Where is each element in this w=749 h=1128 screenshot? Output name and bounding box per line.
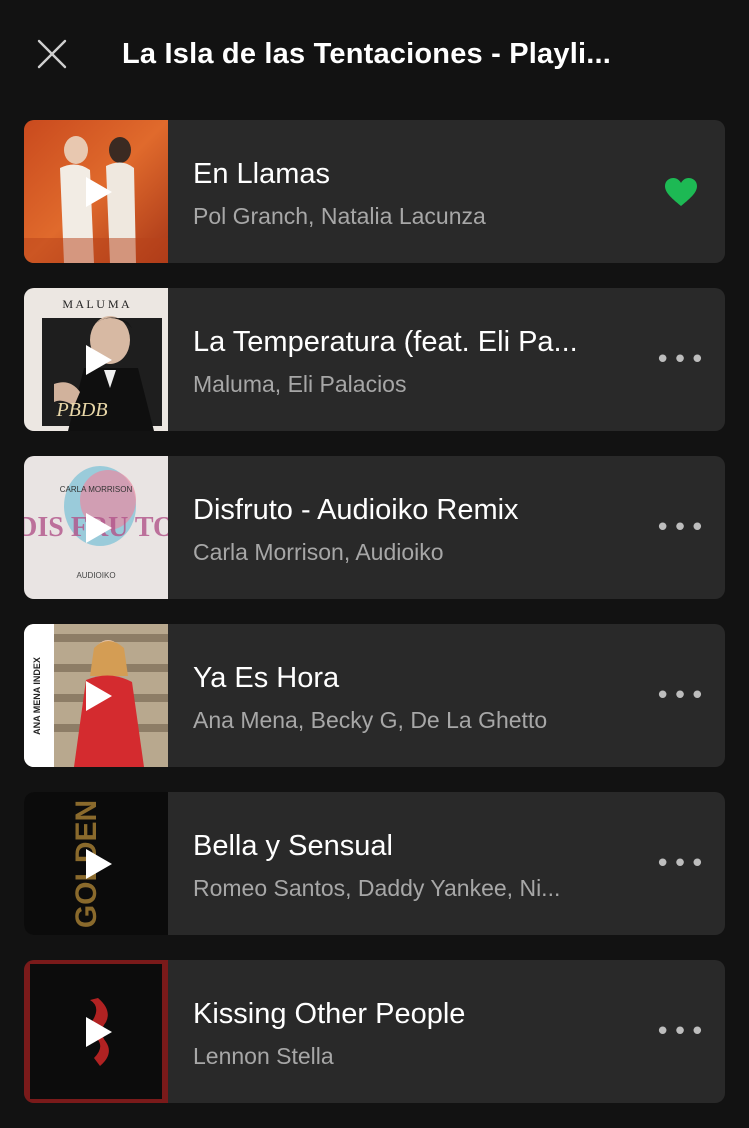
play-icon[interactable] xyxy=(84,680,114,712)
track-title: Disfruto - Audioiko Remix xyxy=(193,494,519,526)
more-icon: ••• xyxy=(655,849,708,879)
album-art[interactable] xyxy=(24,120,168,263)
track-row[interactable]: M A L U M A PBDB La Temperatura (feat. E… xyxy=(24,288,725,431)
more-icon: ••• xyxy=(655,1017,708,1047)
album-art[interactable]: GOLDEN xyxy=(24,792,168,935)
heart-icon xyxy=(665,178,697,206)
album-art-text: ANA MENA INDEX xyxy=(32,657,42,735)
play-icon[interactable] xyxy=(84,1016,114,1048)
track-artists: Lennon Stella xyxy=(193,1043,334,1069)
more-options-button[interactable]: ••• xyxy=(655,844,705,884)
track-artists: Carla Morrison, Audioiko xyxy=(193,539,444,565)
play-icon[interactable] xyxy=(84,176,114,208)
track-row[interactable]: Kissing Other People Lennon Stella ••• xyxy=(24,960,725,1103)
play-icon[interactable] xyxy=(84,848,114,880)
play-icon[interactable] xyxy=(84,344,114,376)
album-art[interactable]: M A L U M A PBDB xyxy=(24,288,168,431)
header-bar: La Isla de las Tentaciones - Playli... xyxy=(0,0,749,108)
track-artists: Pol Granch, Natalia Lacunza xyxy=(193,203,486,229)
more-icon: ••• xyxy=(655,513,708,543)
like-button[interactable] xyxy=(661,172,701,212)
album-art-text: CARLA MORRISON xyxy=(60,485,133,494)
album-art-text: AUDIOIKO xyxy=(76,571,115,580)
page-title: La Isla de las Tentaciones - Playli... xyxy=(122,38,611,70)
track-row[interactable]: GOLDEN Bella y Sensual Romeo Santos, Dad… xyxy=(24,792,725,935)
track-title: Ya Es Hora xyxy=(193,662,340,694)
track-row[interactable]: CARLA MORRISON DIS FRU TO AUDIOIKO Disfr… xyxy=(24,456,725,599)
track-row[interactable]: En Llamas Pol Granch, Natalia Lacunza xyxy=(24,120,725,263)
track-artists: Maluma, Eli Palacios xyxy=(193,371,407,397)
album-art[interactable] xyxy=(24,960,168,1103)
more-options-button[interactable]: ••• xyxy=(655,340,705,380)
album-art[interactable]: ANA MENA INDEX xyxy=(24,624,168,767)
track-list: En Llamas Pol Granch, Natalia Lacunza M … xyxy=(24,120,725,1128)
track-artists: Ana Mena, Becky G, De La Ghetto xyxy=(193,707,548,733)
track-title: Kissing Other People xyxy=(193,998,466,1030)
track-title: La Temperatura (feat. Eli Pa... xyxy=(193,326,578,358)
close-button[interactable] xyxy=(36,38,68,70)
track-row[interactable]: ANA MENA INDEX Ya Es Hora Ana Mena, Beck… xyxy=(24,624,725,767)
close-icon xyxy=(37,39,67,69)
album-art[interactable]: CARLA MORRISON DIS FRU TO AUDIOIKO xyxy=(24,456,168,599)
more-options-button[interactable]: ••• xyxy=(655,1012,705,1052)
album-art-text: M A L U M A xyxy=(62,297,130,311)
more-icon: ••• xyxy=(655,681,708,711)
more-icon: ••• xyxy=(655,345,708,375)
more-options-button[interactable]: ••• xyxy=(655,676,705,716)
album-art-text: PBDB xyxy=(55,399,107,421)
track-title: En Llamas xyxy=(193,158,331,190)
track-title: Bella y Sensual xyxy=(193,830,393,862)
track-artists: Romeo Santos, Daddy Yankee, Ni... xyxy=(193,875,561,901)
play-icon[interactable] xyxy=(84,512,114,544)
more-options-button[interactable]: ••• xyxy=(655,508,705,548)
